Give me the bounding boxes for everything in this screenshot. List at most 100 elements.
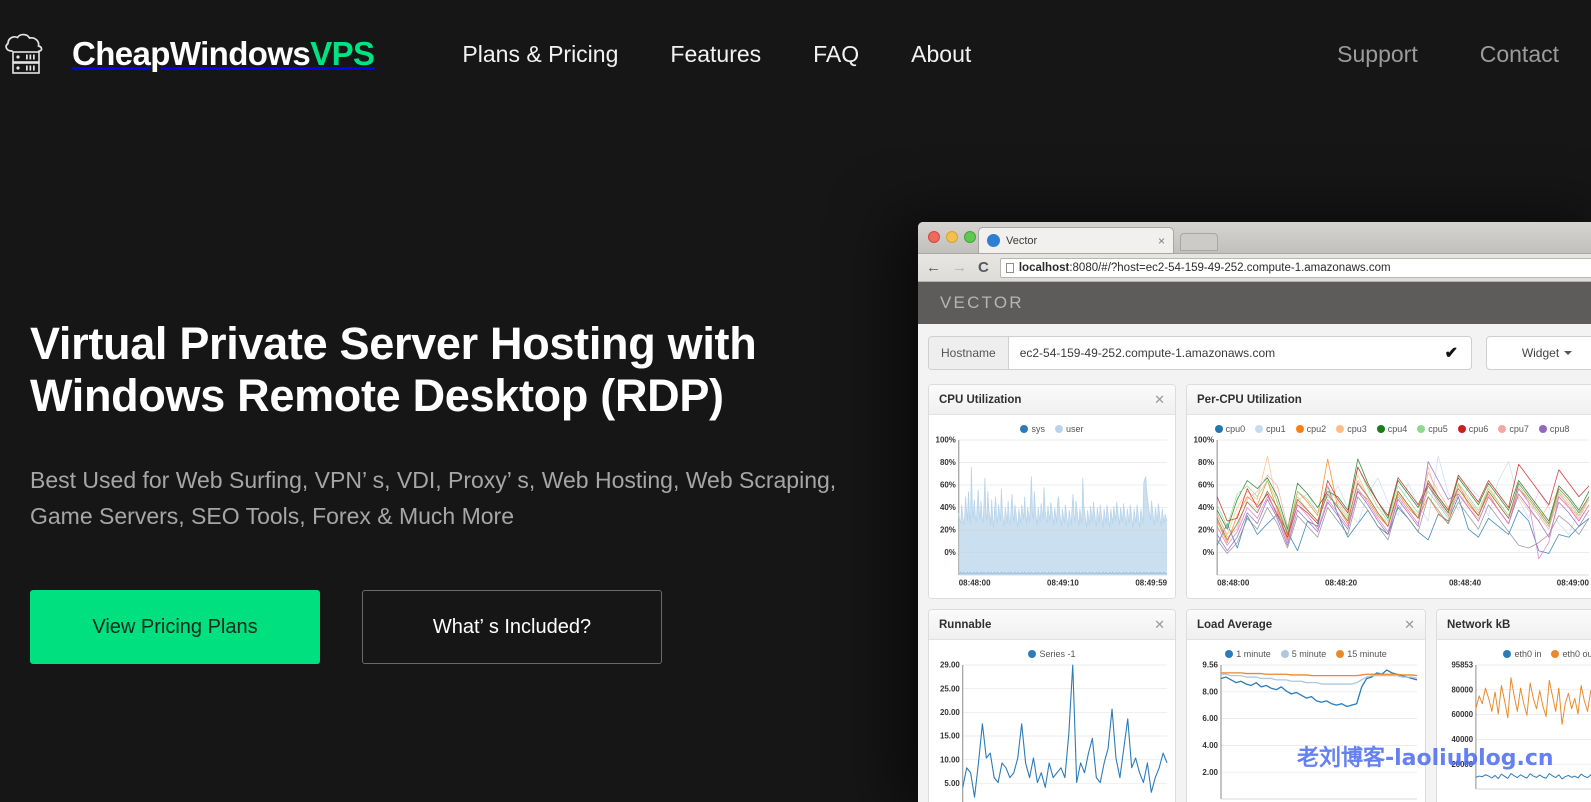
chart-legend: sys user [933, 421, 1171, 436]
chart-legend: Series -1 [933, 646, 1171, 661]
panel-body: eth0 in eth0 out 20000400006000080000958… [1437, 640, 1591, 802]
landing-page: CheapWindowsVPS Plans & Pricing Features… [0, 0, 1591, 802]
whats-included-button[interactable]: What’ s Included? [362, 590, 662, 664]
panel-body: sys user 0%20%40%60%80%100%08:48:0008:49… [929, 415, 1175, 598]
check-icon: ✔ [1432, 343, 1471, 363]
legend-label: cpu0 [1226, 424, 1246, 434]
app-body: Hostname ec2-54-159-49-252.compute-1.ama… [918, 324, 1591, 802]
legend-item[interactable]: cpu5 [1417, 424, 1448, 434]
svg-text:0%: 0% [1202, 548, 1214, 557]
legend-label: cpu3 [1347, 424, 1367, 434]
nav-item-support[interactable]: Support [1337, 41, 1418, 68]
panel-header: CPU Utilization ✕ [929, 385, 1175, 415]
browser-tab[interactable]: Vector × [978, 227, 1174, 253]
svg-text:60%: 60% [1198, 481, 1214, 490]
legend-label: 5 minute [1292, 649, 1327, 659]
legend-item[interactable]: sys [1020, 424, 1045, 434]
browser-titlebar: Vector × [918, 222, 1591, 254]
legend-item[interactable]: eth0 in [1503, 649, 1541, 659]
svg-text:5.00: 5.00 [944, 779, 960, 788]
widget-dropdown-button[interactable]: Widget [1486, 336, 1591, 370]
legend-item[interactable]: cpu3 [1336, 424, 1367, 434]
svg-text:08:48:00: 08:48:00 [1217, 579, 1250, 586]
nav-item-plans-pricing[interactable]: Plans & Pricing [462, 41, 618, 68]
svg-text:15.00: 15.00 [940, 732, 960, 741]
hero-subheadline: Best Used for Web Surfing, VPN’ s, VDI, … [30, 462, 840, 534]
legend-item[interactable]: user [1055, 424, 1084, 434]
address-bar[interactable]: localhost:8080/#/?host=ec2-54-159-49-252… [1000, 258, 1591, 278]
secondary-navigation: Support Contact [1275, 0, 1559, 108]
legend-label: eth0 out [1562, 649, 1591, 659]
svg-text:08:48:00: 08:48:00 [959, 578, 991, 586]
app-topbar: VECTOR [918, 282, 1591, 324]
svg-text:80000: 80000 [1451, 685, 1473, 694]
nav-item-about[interactable]: About [911, 41, 971, 68]
chart-plot-runnable: 5.0010.0015.0020.0025.0029.00 [933, 661, 1171, 802]
close-icon[interactable]: ✕ [1154, 393, 1165, 406]
browser-window-screenshot: Vector × ← → C localhost:8080/#/?host=ec… [918, 222, 1591, 802]
brand-wordmark: CheapWindowsVPS [72, 35, 374, 73]
svg-text:08:49:59: 08:49:59 [1135, 578, 1167, 586]
panel-body: cpu0cpu1cpu2cpu3cpu4cpu5cpu6cpu7cpu8 0%2… [1187, 415, 1591, 598]
legend-item[interactable]: cpu7 [1498, 424, 1529, 434]
legend-item[interactable]: cpu4 [1377, 424, 1408, 434]
svg-text:10.00: 10.00 [940, 755, 960, 764]
close-icon[interactable]: ✕ [1154, 618, 1165, 631]
widget-dropdown-label: Widget [1522, 346, 1559, 360]
reload-icon[interactable]: C [978, 260, 989, 275]
panel-network-kb: Network kB eth0 in eth0 out 200004000060… [1436, 609, 1591, 802]
app-toolbar: Hostname ec2-54-159-49-252.compute-1.ama… [928, 336, 1591, 370]
legend-label: cpu5 [1428, 424, 1448, 434]
panel-runnable: Runnable ✕ Series -1 5.00 10.00 15.00 20.00… [928, 609, 1176, 802]
hostname-input[interactable]: ec2-54-159-49-252.compute-1.amazonaws.co… [1009, 346, 1432, 360]
chart-legend: eth0 in eth0 out [1441, 646, 1591, 661]
svg-text:4.00: 4.00 [1202, 741, 1218, 750]
view-pricing-plans-button[interactable]: View Pricing Plans [30, 590, 320, 664]
panel-header: Load Average ✕ [1187, 610, 1425, 640]
nav-item-faq[interactable]: FAQ [813, 41, 859, 68]
panel-header: Runnable ✕ [929, 610, 1175, 640]
tab-close-icon[interactable]: × [1158, 234, 1165, 248]
legend-item[interactable]: 1 minute [1225, 649, 1271, 659]
legend-label: cpu2 [1307, 424, 1327, 434]
svg-text:60000: 60000 [1451, 710, 1473, 719]
legend-item[interactable]: cpu1 [1255, 424, 1286, 434]
url-path: :8080/#/?host=ec2-54-159-49-252.compute-… [1069, 262, 1390, 274]
panel-title: Network kB [1447, 619, 1591, 631]
legend-label: user [1066, 424, 1084, 434]
legend-item[interactable]: cpu2 [1296, 424, 1327, 434]
minimize-window-icon[interactable] [946, 231, 958, 243]
brand-logo-link[interactable]: CheapWindowsVPS [2, 30, 374, 78]
chart-legend: cpu0 cpu1 cpu2 cpu3 cpu4 cpu5 cpu6 cpu7 cpu8 [1191, 421, 1591, 436]
hostname-input-group[interactable]: Hostname ec2-54-159-49-252.compute-1.ama… [928, 336, 1472, 370]
hero-headline: Virtual Private Server Hosting with Wind… [30, 318, 890, 422]
page-info-icon [1006, 263, 1014, 273]
close-icon[interactable]: ✕ [1404, 618, 1415, 631]
legend-item[interactable]: 5 minute [1281, 649, 1327, 659]
nav-item-contact[interactable]: Contact [1480, 41, 1559, 68]
legend-item[interactable]: 15 minute [1336, 649, 1387, 659]
legend-item[interactable]: cpu8 [1539, 424, 1570, 434]
chart-plot-load-average: 2.004.006.008.009.56 [1191, 661, 1421, 802]
maximize-window-icon[interactable] [964, 231, 976, 243]
legend-label: Series -1 [1039, 649, 1075, 659]
legend-item[interactable]: cpu0 [1215, 424, 1246, 434]
legend-item[interactable]: Series -1 [1028, 649, 1075, 659]
svg-text:9.56: 9.56 [1202, 661, 1218, 670]
close-window-icon[interactable] [928, 231, 940, 243]
brand-name-accent: VPS [310, 35, 374, 72]
svg-text:40%: 40% [1198, 503, 1214, 512]
nav-item-features[interactable]: Features [670, 41, 761, 68]
chart-plot-cpu: 0%20%40%60%80%100%08:48:0008:49:1008:49:… [933, 436, 1171, 586]
new-tab-button[interactable] [1180, 233, 1218, 251]
svg-text:20.00: 20.00 [940, 708, 960, 717]
back-icon[interactable]: ← [926, 260, 941, 275]
forward-icon[interactable]: → [952, 260, 967, 275]
chart-plot-per-cpu: 0%20%40%60%80%100%08:48:0008:48:2008:48:… [1191, 436, 1591, 586]
dashboard-row-top: CPU Utilization ✕ sys user 0%20%40%60%80… [928, 384, 1591, 599]
legend-item[interactable]: eth0 out [1551, 649, 1591, 659]
panel-body: 1 minute 5 minute 15 minute 2.004.006.00… [1187, 640, 1425, 802]
legend-item[interactable]: cpu6 [1458, 424, 1489, 434]
svg-text:08:49:10: 08:49:10 [1047, 578, 1079, 586]
svg-text:8.00: 8.00 [1202, 687, 1218, 696]
